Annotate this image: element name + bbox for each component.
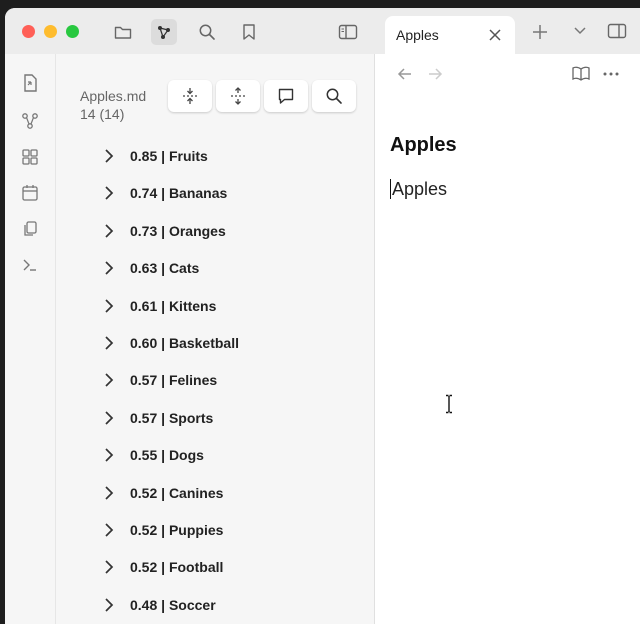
search-icon — [325, 87, 343, 105]
graph-view-icon[interactable] — [19, 110, 41, 132]
note-body[interactable]: Apples — [390, 179, 447, 199]
result-label: 0.74 | Bananas — [130, 185, 228, 202]
pane-search-button[interactable] — [312, 80, 356, 112]
left-ribbon — [5, 54, 56, 624]
result-item[interactable]: 0.52 | Canines — [104, 480, 223, 506]
chevron-right-icon[interactable] — [104, 485, 118, 501]
open-file-icon[interactable] — [19, 72, 41, 94]
result-item[interactable]: 0.73 | Oranges — [104, 218, 226, 244]
canvas-icon[interactable] — [19, 146, 41, 168]
chevron-right-icon[interactable] — [104, 410, 118, 426]
chevron-right-icon[interactable] — [104, 335, 118, 351]
result-label: 0.48 | Soccer — [130, 596, 216, 613]
terminal-icon[interactable] — [19, 254, 41, 276]
result-item[interactable]: 0.57 | Sports — [104, 405, 213, 431]
result-label: 0.61 | Kittens — [130, 297, 217, 314]
result-item[interactable]: 0.60 | Basketball — [104, 330, 239, 356]
copy-icon[interactable] — [19, 218, 41, 240]
tab-apples[interactable]: Apples — [385, 16, 515, 54]
chevron-down-icon[interactable] — [573, 26, 587, 36]
folder-icon[interactable] — [110, 19, 136, 45]
back-arrow-icon[interactable] — [395, 64, 415, 84]
comment-icon — [277, 87, 295, 105]
zoom-window-button[interactable] — [66, 25, 79, 38]
result-label: 0.52 | Puppies — [130, 522, 224, 538]
expand-all-icon — [229, 87, 247, 105]
close-icon[interactable] — [488, 28, 502, 42]
result-item[interactable]: 0.57 | Felines — [104, 367, 217, 393]
similar-notes-pane: Apples.md 14 (14) 0.85 | Fruits 0.74 | Ba… — [56, 54, 375, 624]
result-item[interactable]: 0.52 | Football — [104, 554, 223, 580]
tab-label: Apples — [396, 27, 439, 43]
chevron-right-icon[interactable] — [104, 298, 118, 314]
result-label: 0.52 | Football — [130, 559, 224, 576]
graph-icon[interactable] — [151, 19, 177, 45]
result-item[interactable]: 0.55 | Dogs — [104, 442, 204, 468]
close-window-button[interactable] — [22, 25, 35, 38]
forward-arrow-icon[interactable] — [425, 64, 445, 84]
chevron-right-icon[interactable] — [104, 447, 118, 463]
result-item[interactable]: 0.85 | Fruits — [104, 143, 208, 169]
bookmark-icon[interactable] — [236, 19, 262, 45]
result-item[interactable]: 0.74 | Bananas — [104, 180, 227, 206]
collapse-all-icon — [181, 87, 199, 105]
editor-pane: Apples Apples — [375, 54, 640, 624]
app-window: Apples.md 14 (14) 0.85 | Fruits 0.74 | Ba… — [5, 8, 640, 624]
more-options-icon[interactable] — [601, 64, 621, 84]
file-header: Apples.md 14 (14) — [80, 87, 146, 123]
result-item[interactable]: 0.61 | Kittens — [104, 293, 216, 319]
chevron-right-icon[interactable] — [104, 372, 118, 388]
chevron-right-icon[interactable] — [104, 148, 118, 164]
note-title[interactable]: Apples — [390, 134, 457, 157]
result-item[interactable]: 0.52 | Puppies — [104, 517, 223, 543]
result-label: 0.52 | Canines — [130, 484, 224, 501]
new-tab-icon[interactable] — [532, 24, 548, 40]
result-item[interactable]: 0.63 | Cats — [104, 255, 199, 281]
collapse-all-button[interactable] — [168, 80, 212, 112]
expand-all-button[interactable] — [216, 80, 260, 112]
chevron-right-icon[interactable] — [104, 260, 118, 276]
result-label: 0.63 | Cats — [130, 260, 200, 277]
right-sidebar-toggle-icon[interactable] — [607, 23, 627, 39]
chevron-right-icon[interactable] — [104, 597, 118, 613]
reading-view-icon[interactable] — [571, 64, 591, 84]
chevron-right-icon[interactable] — [104, 522, 118, 538]
sidebar-toggle-icon[interactable] — [335, 19, 361, 45]
result-count: 14 (14) — [80, 106, 125, 122]
minimize-window-button[interactable] — [44, 25, 57, 38]
result-label: 0.57 | Felines — [130, 372, 218, 389]
calendar-icon[interactable] — [19, 182, 41, 204]
result-label: 0.55 | Dogs — [130, 447, 204, 464]
result-label: 0.73 | Oranges — [130, 222, 226, 239]
text-cursor-icon — [443, 394, 455, 414]
result-label: 0.85 | Fruits — [130, 148, 208, 164]
chevron-right-icon[interactable] — [104, 223, 118, 239]
chevron-right-icon[interactable] — [104, 185, 118, 201]
chevron-right-icon[interactable] — [104, 559, 118, 575]
comment-button[interactable] — [264, 80, 308, 112]
result-item[interactable]: 0.48 | Soccer — [104, 592, 216, 618]
file-name: Apples.md — [80, 88, 147, 104]
result-label: 0.57 | Sports — [130, 409, 214, 426]
tab-bar: Apples — [375, 8, 640, 54]
search-icon[interactable] — [194, 19, 220, 45]
result-label: 0.60 | Basketball — [130, 335, 239, 351]
